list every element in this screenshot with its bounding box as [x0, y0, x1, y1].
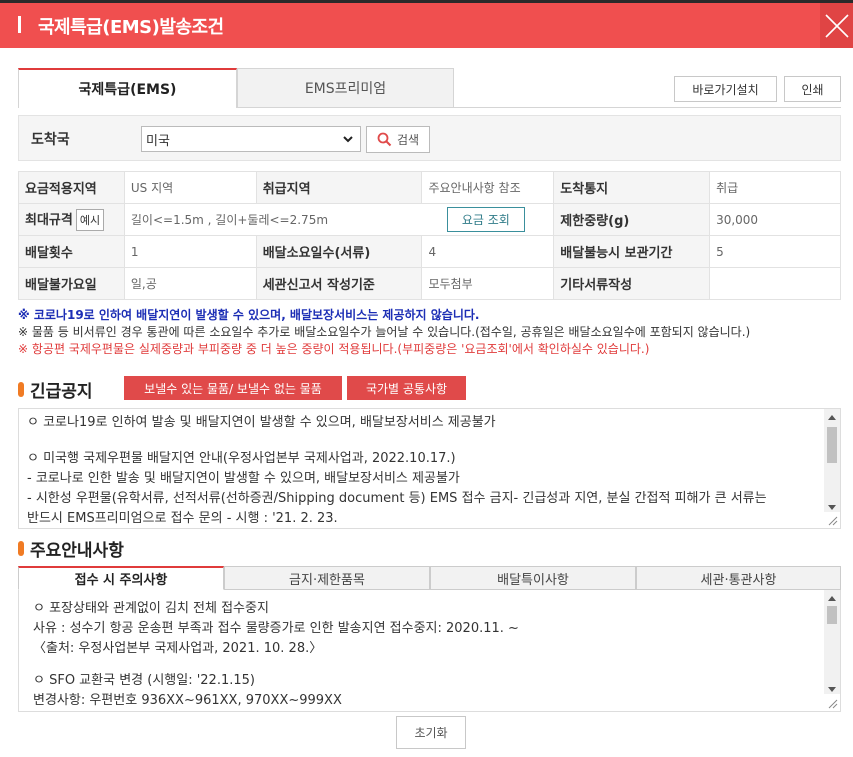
shipping-conditions-table: 요금적용지역 US 지역 취급지역 주요안내사항 참조 도착통지 취급 최대규격… [18, 171, 841, 300]
allowed-items-button[interactable]: 보낼수 있는 물품/ 보낼수 없는 물품 [124, 376, 342, 400]
header-storage-period: 배달불능시 보관기간 [553, 235, 711, 268]
urgent-scrollbar[interactable] [824, 409, 840, 512]
header-delivery-days: 배달소요일수(서류) [255, 235, 423, 268]
scroll-up-icon [828, 596, 836, 601]
tab-ems[interactable]: 국제특급(EMS) [18, 68, 237, 108]
header-delivery-count: 배달횟수 [18, 235, 125, 268]
value-other-documents [709, 267, 841, 300]
title-accent-bar [18, 16, 21, 33]
value-storage-period: 5 [709, 235, 841, 268]
main-info-scrollbar[interactable] [824, 590, 840, 694]
service-tabs: 국제특급(EMS) EMS프리미엄 [18, 68, 454, 108]
header-rate-zone: 요금적용지역 [18, 171, 125, 204]
scroll-thumb[interactable] [827, 606, 837, 624]
destination-selected-value: 미국 [146, 133, 170, 149]
list-item: 변경사항: 우편번호 936XX~961XX, 970XX~999XX [33, 693, 342, 708]
list-item: - 시한성 우편물(유학서류, 선적서류(선하증권/Shipping docum… [27, 491, 767, 506]
table-row: 배달횟수 1 배달소요일수(서류) 4 배달불능시 보관기간 5 [18, 235, 841, 268]
scroll-thumb[interactable] [827, 427, 837, 463]
header-max-size: 최대규격 예시 [18, 203, 125, 236]
print-button[interactable]: 인쇄 [784, 76, 841, 102]
chevron-down-icon [343, 136, 353, 143]
header-handling-area: 취급지역 [255, 171, 423, 204]
urgent-notice-title: 긴급공지 [18, 377, 93, 402]
resize-grip-icon[interactable] [828, 516, 838, 526]
main-info-title-text: 주요안내사항 [30, 541, 124, 561]
note-covid: ※ 코로나19로 인하여 배달지연이 발생할 수 있으며, 배달보장서비스는 제… [18, 308, 480, 322]
tab-prohibited-items[interactable]: 금지·제한품목 [224, 566, 430, 590]
table-row: 배달불가요일 일,공 세관신고서 작성기준 모두첨부 기타서류작성 [18, 267, 841, 300]
scroll-down-icon [828, 687, 836, 692]
header-no-delivery-days: 배달불가요일 [18, 267, 125, 300]
tab-divider [237, 107, 841, 108]
header-arrival-notice: 도착통지 [553, 171, 711, 204]
tab-customs[interactable]: 세관·통관사항 [636, 566, 841, 590]
close-button[interactable] [820, 3, 853, 48]
table-row: 요금적용지역 US 지역 취급지역 주요안내사항 참조 도착통지 취급 [18, 171, 841, 204]
close-icon [824, 13, 849, 38]
tab-receipt-caution[interactable]: 접수 시 주의사항 [18, 566, 224, 590]
value-weight-limit: 30,000 [709, 203, 841, 236]
value-handling-area: 주요안내사항 참조 [421, 171, 555, 204]
country-common-button[interactable]: 국가별 공통사항 [347, 376, 466, 400]
destination-panel: 도착국 미국 검색 [18, 115, 841, 161]
list-item: 반드시 EMS프리미엄으로 접수 문의 - 시행 : '21. 2. 23. [27, 511, 338, 526]
value-rate-zone: US 지역 [123, 171, 257, 204]
search-icon [377, 132, 392, 147]
header-other-documents: 기타서류작성 [553, 267, 711, 300]
shortcut-install-button[interactable]: 바로가기설치 [674, 76, 777, 102]
list-item: ㅇ 포장상태와 관계없이 김치 전체 접수중지 [33, 601, 269, 616]
urgent-notice-box[interactable]: ㅇ 코로나19로 인하여 발송 및 배달지연이 발생할 수 있으며, 배달보장서… [18, 408, 841, 529]
list-item: ㅇ SFO 교환국 변경 (시행일: '22.1.15) [33, 673, 255, 688]
search-button-label: 검색 [396, 133, 420, 147]
value-delivery-count: 1 [123, 235, 257, 268]
table-row: 최대규격 예시 길이<=1.5m , 길이+둘레<=2.75m 요금 조회 제한중… [18, 203, 841, 236]
main-info-title: 주요안내사항 [18, 536, 124, 561]
header-customs-form: 세관신고서 작성기준 [255, 267, 423, 300]
value-customs-form: 모두첨부 [421, 267, 555, 300]
list-item: ㅇ 미국행 국제우편물 배달지연 안내(우정사업본부 국제사업과, 2022.1… [27, 451, 456, 466]
list-item: 사유 : 성수기 항공 운송편 부족과 접수 물량증가로 인한 발송지연 접수중… [33, 621, 519, 636]
header-weight-limit: 제한중량(g) [553, 203, 711, 236]
notice-notes: ※ 코로나19로 인하여 배달지연이 발생할 수 있으며, 배달보장서비스는 제… [18, 307, 848, 358]
reset-button[interactable]: 초기화 [396, 716, 466, 749]
value-max-size: 길이<=1.5m , 길이+둘레<=2.75m 요금 조회 [123, 203, 555, 236]
window-titlebar: 국제특급(EMS)발송조건 [0, 0, 853, 48]
scroll-up-icon [828, 415, 836, 420]
resize-grip-icon[interactable] [828, 699, 838, 709]
list-item: ㅇ 코로나19로 인하여 발송 및 배달지연이 발생할 수 있으며, 배달보장서… [27, 415, 496, 430]
main-info-box[interactable]: ㅇ 포장상태와 관계없이 김치 전체 접수중지 사유 : 성수기 항공 운송편 … [18, 590, 841, 712]
header-max-size-label: 최대규격 [25, 212, 73, 228]
search-button[interactable]: 검색 [366, 126, 430, 153]
list-item: - 코로나로 인한 발송 및 배달지연이 발생할 수 있으며, 배달보장서비스 … [27, 471, 460, 486]
value-no-delivery-days: 일,공 [123, 267, 257, 300]
main-info-tabs: 접수 시 주의사항 금지·제한품목 배달특이사항 세관·통관사항 [18, 566, 841, 590]
scroll-down-icon [828, 505, 836, 510]
tab-ems-premium[interactable]: EMS프리미엄 [237, 68, 454, 108]
urgent-notice-title-text: 긴급공지 [30, 382, 93, 402]
destination-label: 도착국 [31, 132, 70, 148]
example-button[interactable]: 예시 [75, 208, 105, 231]
list-item: 〈출처: 우정사업본부 국제사업과, 2021. 10. 28.〉 [33, 641, 323, 656]
note-customs-days: ※ 물품 등 비서류인 경우 통관에 따른 소요일수 추가로 배달소요일수가 늘… [18, 325, 751, 339]
fee-lookup-button[interactable]: 요금 조회 [446, 207, 525, 232]
value-max-size-text: 길이<=1.5m , 길이+둘레<=2.75m [130, 213, 329, 227]
value-delivery-days: 4 [421, 235, 555, 268]
section-bullet-icon [18, 382, 24, 397]
tab-delivery-notes[interactable]: 배달특이사항 [430, 566, 636, 590]
note-volume-weight: ※ 항공편 국제우편물은 실제중량과 부피중량 중 더 높은 중량이 적용됩니다… [18, 342, 650, 356]
value-arrival-notice: 취급 [709, 171, 841, 204]
section-bullet-icon [18, 541, 24, 556]
destination-select[interactable]: 미국 [141, 126, 361, 152]
window-title: 국제특급(EMS)발송조건 [38, 17, 224, 38]
